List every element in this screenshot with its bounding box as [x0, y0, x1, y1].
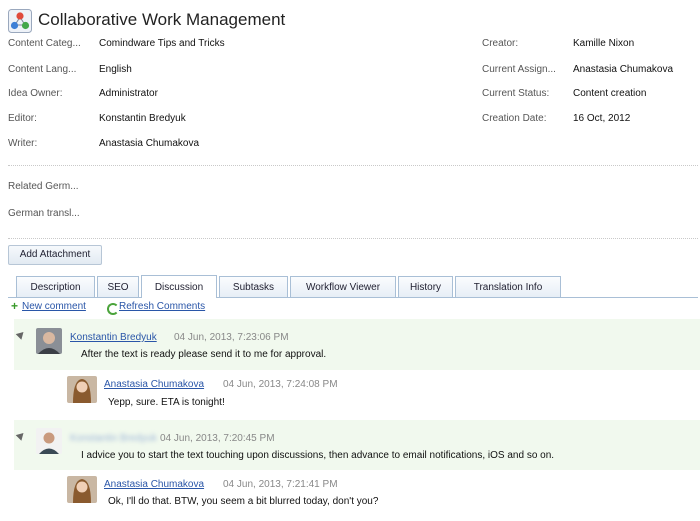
content-language-label: Content Lang...: [8, 64, 77, 75]
comment-text: I advice you to start the text touching …: [81, 450, 555, 461]
tab-discussion[interactable]: Discussion: [141, 275, 217, 298]
creator-value: Kamille Nixon: [573, 38, 635, 49]
content-language-value: English: [99, 64, 132, 75]
comment-thread: [14, 420, 700, 470]
tab-seo[interactable]: SEO: [97, 276, 139, 297]
comment-text: Ok, I'll do that. BTW, you seem a bit bl…: [108, 496, 379, 507]
avatar: [36, 428, 62, 454]
app-logo-icon: [8, 9, 32, 33]
comment-author[interactable]: Anastasia Chumakova: [104, 379, 204, 390]
idea-owner-label: Idea Owner:: [8, 88, 63, 99]
comment-timestamp: 04 Jun, 2013, 7:23:06 PM: [174, 332, 289, 343]
avatar: [67, 476, 97, 503]
creation-date-value: 16 Oct, 2012: [573, 113, 631, 124]
editor-label: Editor:: [8, 113, 37, 124]
avatar: [67, 376, 97, 403]
comment-text: After the text is ready please send it t…: [81, 349, 327, 360]
refresh-comments-link[interactable]: Refresh Comments: [119, 301, 205, 312]
comment-thread: [14, 319, 700, 370]
content-category-label: Content Categ...: [8, 38, 81, 49]
comment-author[interactable]: Anastasia Chumakova: [104, 479, 204, 490]
comment-timestamp: 04 Jun, 2013, 7:24:08 PM: [223, 379, 338, 390]
editor-value: Konstantin Bredyuk: [99, 113, 186, 124]
current-status-label: Current Status:: [482, 88, 550, 99]
comment-author-blurred[interactable]: Konstantin Bredyuk: [70, 433, 157, 444]
section-divider: [8, 238, 698, 239]
current-status-value: Content creation: [573, 88, 647, 99]
comment-reply: [54, 370, 700, 420]
creator-label: Creator:: [482, 38, 519, 49]
tab-description[interactable]: Description: [16, 276, 95, 297]
german-translation-label: German transl...: [8, 208, 80, 219]
current-assignee-label: Current Assign...: [482, 64, 556, 75]
plus-icon: +: [11, 299, 19, 313]
add-attachment-button[interactable]: Add Attachment: [8, 245, 102, 265]
new-comment-link[interactable]: New comment: [22, 301, 86, 312]
section-divider: [8, 165, 698, 166]
tab-history[interactable]: History: [398, 276, 453, 297]
current-assignee-value: Anastasia Chumakova: [573, 64, 674, 75]
comment-timestamp: 04 Jun, 2013, 7:20:45 PM: [160, 433, 275, 444]
comment-text: Yepp, sure. ETA is tonight!: [108, 397, 225, 408]
tab-translation-info[interactable]: Translation Info: [455, 276, 561, 297]
tab-subtasks[interactable]: Subtasks: [219, 276, 288, 297]
comment-timestamp: 04 Jun, 2013, 7:21:41 PM: [223, 479, 338, 490]
content-category-value: Comindware Tips and Tricks: [99, 38, 225, 49]
writer-label: Writer:: [8, 138, 38, 149]
creation-date-label: Creation Date:: [482, 113, 547, 124]
page-title: Collaborative Work Management: [38, 10, 286, 29]
related-german-label: Related Germ...: [8, 181, 79, 192]
refresh-icon: [107, 303, 119, 315]
writer-value: Anastasia Chumakova: [99, 138, 200, 149]
idea-owner-value: Administrator: [99, 88, 158, 99]
avatar: [36, 328, 62, 354]
tab-workflow-viewer[interactable]: Workflow Viewer: [290, 276, 396, 297]
comment-author[interactable]: Konstantin Bredyuk: [70, 332, 157, 343]
